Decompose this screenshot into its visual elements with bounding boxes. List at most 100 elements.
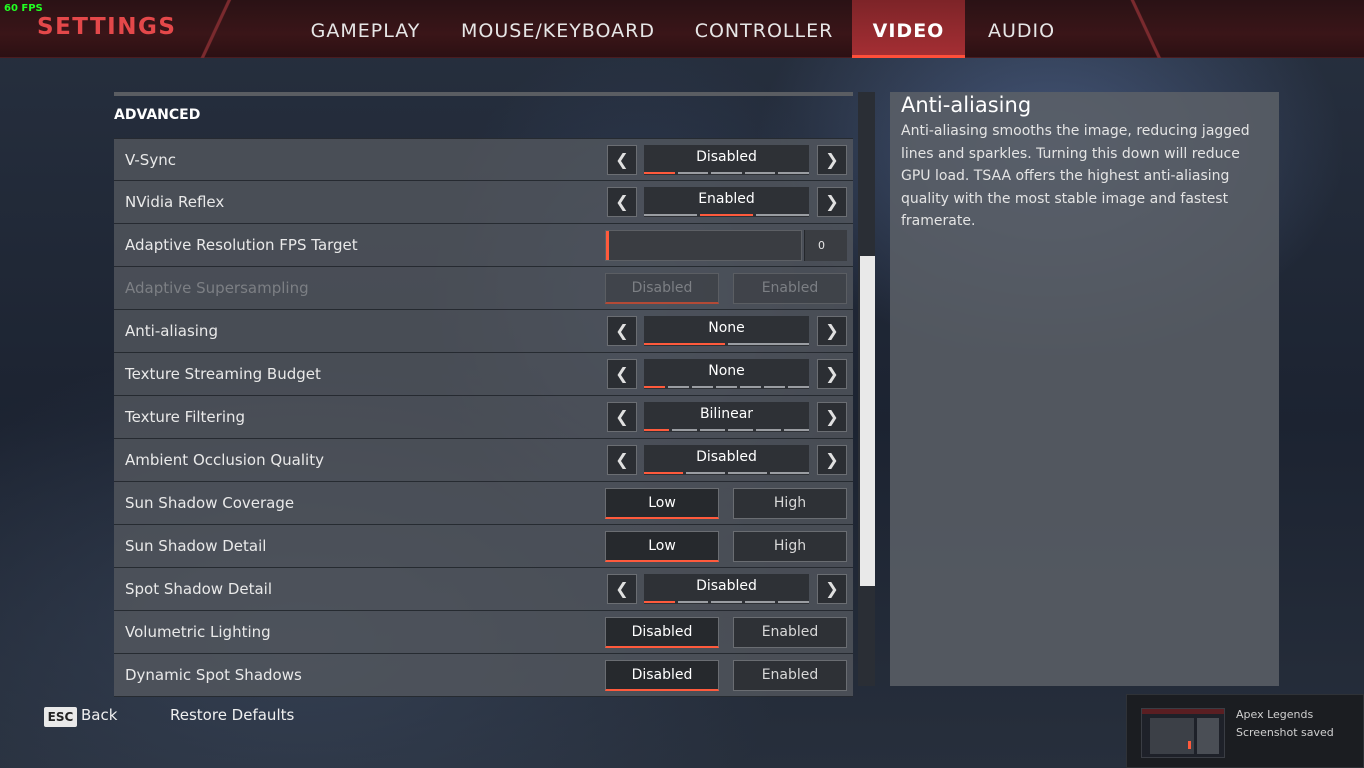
tab-video[interactable]: VIDEO — [852, 0, 965, 58]
step-indicator — [644, 601, 809, 604]
top-bar: 60 FPS SETTINGS GAMEPLAY MOUSE/KEYBOARD … — [0, 0, 1364, 58]
setting-label: Anti-aliasing — [125, 322, 218, 340]
setting-label: Dynamic Spot Shadows — [125, 666, 302, 684]
step-pip — [778, 601, 809, 603]
restore-defaults-button[interactable]: Restore Defaults — [170, 706, 294, 724]
tab-controller[interactable]: CONTROLLER — [684, 0, 844, 58]
selected-value: None — [708, 363, 745, 379]
setting-row-ambient-occlusion-quality: Ambient Occlusion Quality ❮ Disabled ❯ — [114, 439, 853, 482]
option-high-button[interactable]: High — [733, 488, 847, 519]
section-header: ADVANCED — [114, 107, 201, 123]
setting-label: Adaptive Resolution FPS Target — [125, 236, 358, 254]
setting-row-texture-streaming-budget: Texture Streaming Budget ❮ None ❯ — [114, 353, 853, 396]
tab-gameplay[interactable]: GAMEPLAY — [297, 0, 434, 58]
step-pip — [700, 214, 753, 216]
option-selector[interactable]: Disabled — [644, 574, 809, 604]
chevron-right-icon[interactable]: ❯ — [817, 402, 847, 432]
setting-label: Texture Filtering — [125, 408, 246, 426]
chevron-left-icon[interactable]: ❮ — [607, 145, 637, 175]
chevron-left-icon[interactable]: ❮ — [607, 316, 637, 346]
slider-value-input[interactable]: 0 — [804, 230, 847, 261]
chevron-left-icon[interactable]: ❮ — [607, 359, 637, 389]
setting-label: V-Sync — [125, 151, 176, 169]
chevron-right-icon[interactable]: ❯ — [817, 187, 847, 217]
step-pip — [677, 172, 709, 174]
step-indicator — [644, 172, 809, 175]
chevron-right-icon[interactable]: ❯ — [817, 445, 847, 475]
step-pip — [728, 343, 809, 345]
chevron-left-icon[interactable]: ❮ — [607, 445, 637, 475]
header-decoration-left — [188, 0, 248, 58]
setting-row-v-sync: V-Sync ❮ Disabled ❯ — [114, 138, 853, 181]
step-pip — [728, 429, 753, 431]
step-indicator — [644, 214, 809, 217]
setting-label: Sun Shadow Detail — [125, 537, 267, 555]
selected-value: Disabled — [696, 578, 757, 594]
option-selector[interactable]: Bilinear — [644, 402, 809, 432]
option-selector[interactable]: Disabled — [644, 145, 809, 175]
tab-audio[interactable]: AUDIO — [975, 0, 1068, 58]
option-enabled-button[interactable]: Enabled — [733, 617, 847, 648]
step-indicator — [644, 472, 809, 475]
step-pip — [644, 343, 725, 345]
chevron-left-icon[interactable]: ❮ — [607, 574, 637, 604]
setting-row-sun-shadow-detail: Sun Shadow Detail Low High — [114, 525, 853, 568]
fps-counter: 60 FPS — [4, 3, 43, 14]
option-selector[interactable]: None — [644, 316, 809, 346]
option-high-button[interactable]: High — [733, 531, 847, 562]
step-pip — [700, 429, 725, 431]
step-indicator — [644, 386, 809, 389]
step-indicator — [644, 429, 809, 432]
slider-fill — [606, 231, 609, 260]
selected-value: None — [708, 320, 745, 336]
option-enabled-button[interactable]: Enabled — [733, 660, 847, 691]
step-pip — [756, 429, 781, 431]
back-button[interactable]: Back — [81, 706, 117, 724]
setting-row-nvidia-reflex: NVidia Reflex ❮ Enabled ❯ — [114, 181, 853, 224]
toast-message: Screenshot saved — [1236, 726, 1334, 739]
setting-label: Volumetric Lighting — [125, 623, 271, 641]
step-pip — [672, 429, 697, 431]
chevron-left-icon[interactable]: ❮ — [607, 187, 637, 217]
step-pip — [728, 472, 767, 474]
step-pip — [677, 601, 709, 603]
description-title: Anti-aliasing — [901, 93, 1032, 117]
setting-label: Texture Streaming Budget — [125, 365, 321, 383]
tab-mouse-keyboard[interactable]: MOUSE/KEYBOARD — [456, 0, 660, 58]
option-selector[interactable]: Enabled — [644, 187, 809, 217]
step-pip — [764, 386, 785, 388]
header-decoration-right — [1118, 0, 1178, 58]
chevron-right-icon[interactable]: ❯ — [817, 574, 847, 604]
option-selector[interactable]: None — [644, 359, 809, 389]
chevron-right-icon[interactable]: ❯ — [817, 145, 847, 175]
setting-label: Sun Shadow Coverage — [125, 494, 295, 512]
setting-row-spot-shadow-detail: Spot Shadow Detail ❮ Disabled ❯ — [114, 568, 853, 611]
setting-row-dynamic-spot-shadows: Dynamic Spot Shadows Disabled Enabled — [114, 654, 853, 697]
option-disabled-button[interactable]: Disabled — [605, 660, 719, 691]
step-pip — [644, 386, 665, 388]
step-pip — [644, 601, 675, 603]
step-pip — [668, 386, 689, 388]
scrollbar-thumb[interactable] — [860, 256, 875, 586]
step-pip — [756, 214, 809, 216]
settings-list: V-Sync ❮ Disabled ❯ NVidia Reflex ❮ Enabled ❯ Ad… — [114, 138, 853, 697]
chevron-left-icon[interactable]: ❮ — [607, 402, 637, 432]
option-low-button[interactable]: Low — [605, 488, 719, 519]
option-disabled-button[interactable]: Disabled — [605, 617, 719, 648]
settings-panel: ADVANCED V-Sync ❮ Disabled ❯ NVidia Reflex ❮ E… — [114, 92, 853, 697]
step-pip — [744, 172, 776, 174]
setting-row-texture-filtering: Texture Filtering ❮ Bilinear ❯ — [114, 396, 853, 439]
step-pip — [644, 214, 697, 216]
chevron-right-icon[interactable]: ❯ — [817, 359, 847, 389]
option-low-button[interactable]: Low — [605, 531, 719, 562]
toast-app-name: Apex Legends — [1236, 708, 1314, 721]
fps-target-slider[interactable] — [605, 230, 802, 261]
selected-value: Bilinear — [699, 406, 754, 422]
setting-row-adaptive-supersampling: Adaptive Supersampling Disabled Enabled — [114, 267, 853, 310]
setting-label: Adaptive Supersampling — [125, 279, 309, 297]
step-indicator — [644, 343, 809, 346]
screenshot-toast: Apex Legends Screenshot saved — [1126, 694, 1364, 768]
chevron-right-icon[interactable]: ❯ — [817, 316, 847, 346]
option-selector[interactable]: Disabled — [644, 445, 809, 475]
step-pip — [711, 172, 742, 174]
